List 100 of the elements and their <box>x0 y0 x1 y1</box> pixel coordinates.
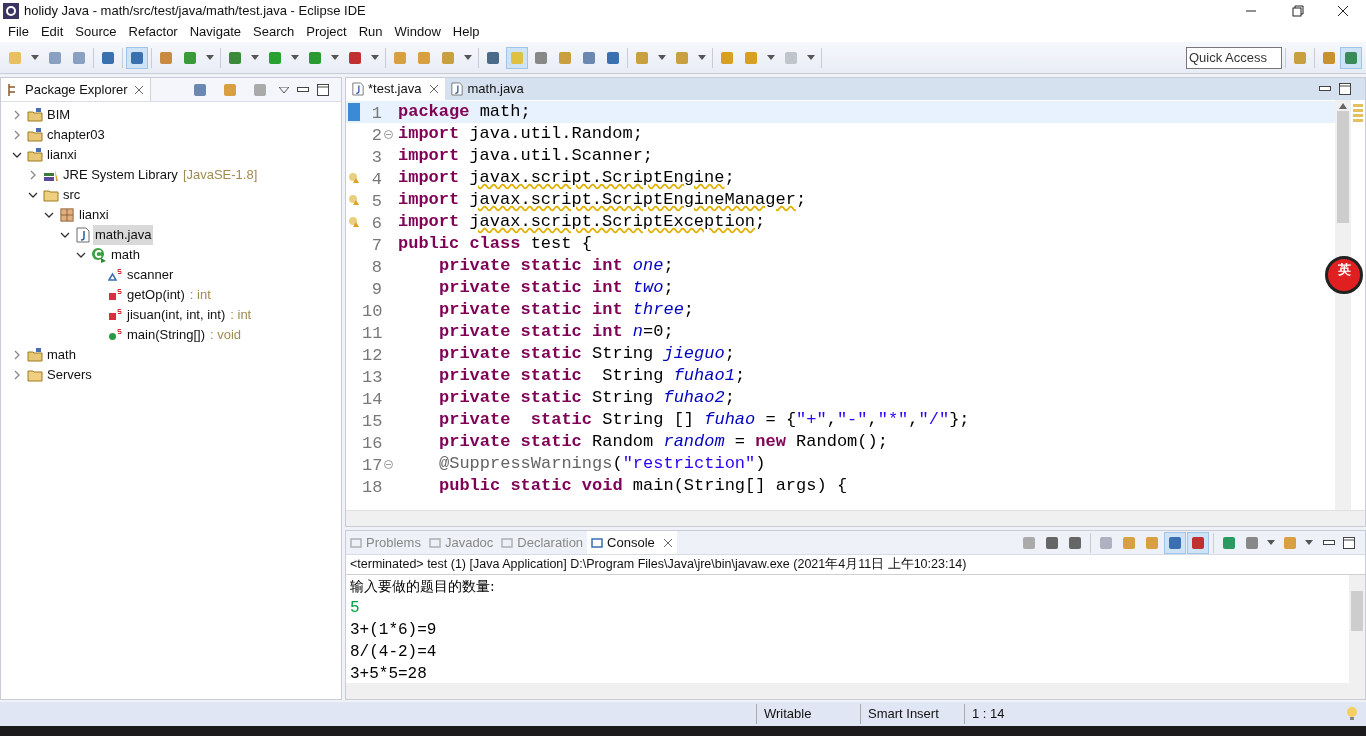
collapse-chevron-icon[interactable] <box>12 150 22 160</box>
private-static-method-icon <box>108 308 122 322</box>
view-tab-icon <box>428 536 441 549</box>
menu-item[interactable]: Source <box>69 22 123 42</box>
line-number: 1 <box>370 103 382 123</box>
dropdown-caret-icon[interactable] <box>251 55 259 60</box>
lightbulb-icon[interactable] <box>1346 706 1358 722</box>
status-field: Writable <box>756 704 860 724</box>
editor-tab[interactable]: math.java <box>445 78 530 100</box>
collapse-chevron-icon[interactable] <box>44 210 54 220</box>
overview-marker[interactable] <box>1353 104 1363 107</box>
tree-item[interactable]: src <box>61 185 83 205</box>
code-line: import java.util.Scanner; <box>398 145 654 168</box>
quick-access-field[interactable]: Quick Access <box>1186 46 1282 69</box>
menu-item[interactable]: Search <box>247 22 301 42</box>
private-static-method-icon <box>108 288 122 302</box>
maximize-icon[interactable] <box>1343 536 1355 549</box>
dropdown-caret-icon[interactable] <box>291 55 299 60</box>
minimize-icon[interactable] <box>297 86 309 93</box>
expand-chevron-icon[interactable] <box>12 350 22 360</box>
horizontal-scrollbar[interactable] <box>346 510 1365 526</box>
menu-item[interactable]: Run <box>352 22 389 42</box>
menu-item[interactable]: Window <box>388 22 447 42</box>
code-line: import javax.script.ScriptEngineManager; <box>398 189 807 212</box>
vertical-scrollbar[interactable] <box>1335 100 1351 510</box>
line-number: 14 <box>362 389 382 409</box>
java-file-icon <box>352 82 364 96</box>
warning-lightbulb-icon[interactable] <box>348 216 360 228</box>
tree-item[interactable]: Servers <box>45 365 94 385</box>
code-line: private static String fuhao2; <box>439 387 735 410</box>
dropdown-caret-icon[interactable] <box>371 55 379 60</box>
minimize-icon[interactable] <box>1323 539 1335 546</box>
menu-item[interactable]: Navigate <box>183 22 247 42</box>
overview-marker[interactable] <box>1353 119 1363 122</box>
app-logo-icon <box>3 3 19 19</box>
line-number: 16 <box>362 433 382 453</box>
scrollbar-thumb[interactable] <box>1337 111 1349 223</box>
view-tab[interactable]: Console <box>587 531 677 554</box>
collapse-chevron-icon[interactable] <box>60 230 70 240</box>
fold-icon[interactable] <box>383 129 393 139</box>
dropdown-caret-icon[interactable] <box>767 55 775 60</box>
tree-item[interactable]: math <box>45 345 78 365</box>
overview-marker[interactable] <box>1353 109 1363 112</box>
dropdown-caret-icon[interactable] <box>698 55 706 60</box>
tree-item[interactable]: scanner <box>125 265 176 285</box>
menu-item[interactable]: File <box>2 22 35 42</box>
collapse-chevron-icon[interactable] <box>28 190 38 200</box>
tree-item[interactable]: math.java <box>93 225 154 245</box>
expand-chevron-icon[interactable] <box>28 170 38 180</box>
scroll-up-arrow-icon[interactable] <box>1339 103 1347 109</box>
line-number: 3 <box>370 147 382 167</box>
overview-marker[interactable] <box>1353 114 1363 117</box>
dropdown-caret-icon[interactable] <box>807 55 815 60</box>
code-line: private static String fuhao1; <box>439 365 746 388</box>
scrollbar-thumb[interactable] <box>1351 591 1363 631</box>
type-annotation: : int <box>189 286 211 305</box>
horizontal-scrollbar[interactable] <box>346 683 1365 699</box>
type-annotation: : int <box>230 306 252 325</box>
line-number: 2 <box>370 125 382 145</box>
tree-item[interactable]: lianxi <box>45 145 79 165</box>
fold-icon[interactable] <box>383 459 393 469</box>
ime-indicator[interactable]: 英 <box>1325 256 1363 294</box>
code-line: private static int three; <box>439 299 695 322</box>
tree-item[interactable]: lianxi <box>77 205 111 225</box>
dropdown-caret-icon[interactable] <box>31 55 39 60</box>
code-line: @SuppressWarnings("restriction") <box>439 453 766 476</box>
tree-item[interactable]: jisuan(int, int, int) <box>125 305 228 325</box>
dropdown-caret-icon[interactable] <box>206 55 214 60</box>
tree-item[interactable]: chapter03 <box>45 125 107 145</box>
dropdown-caret-icon[interactable] <box>331 55 339 60</box>
view-menu-icon[interactable] <box>279 86 289 93</box>
editor-tab[interactable]: *test.java <box>346 78 446 100</box>
minimize-icon[interactable] <box>1319 86 1331 92</box>
static-field-icon <box>108 268 122 282</box>
expand-chevron-icon[interactable] <box>12 370 22 380</box>
warning-lightbulb-icon[interactable] <box>348 172 360 184</box>
dropdown-caret-icon[interactable] <box>658 55 666 60</box>
java-file-icon <box>451 82 464 96</box>
maximize-icon[interactable] <box>1339 83 1351 95</box>
collapse-chevron-icon[interactable] <box>76 250 86 260</box>
line-number: 7 <box>370 235 382 255</box>
tree-item[interactable]: math <box>109 245 142 265</box>
menu-item[interactable]: Help <box>446 22 486 42</box>
menu-item[interactable]: Project <box>300 22 353 42</box>
dropdown-caret-icon[interactable] <box>1267 540 1275 545</box>
dropdown-caret-icon[interactable] <box>1305 540 1313 545</box>
vertical-scrollbar[interactable] <box>1349 575 1365 683</box>
maximize-icon[interactable] <box>317 83 329 96</box>
menu-item[interactable]: Refactor <box>122 22 184 42</box>
warning-lightbulb-icon[interactable] <box>348 194 360 206</box>
tree-item[interactable]: getOp(int) <box>125 285 187 305</box>
expand-chevron-icon[interactable] <box>12 110 22 120</box>
tree-item[interactable]: JRE System Library <box>61 165 180 185</box>
project-folder-icon <box>27 347 43 363</box>
dropdown-caret-icon[interactable] <box>464 55 472 60</box>
menu-item[interactable]: Edit <box>34 22 70 42</box>
tree-item[interactable]: main(String[]) <box>125 325 208 345</box>
expand-chevron-icon[interactable] <box>12 130 22 140</box>
tree-item[interactable]: BIM <box>45 105 73 125</box>
console-line: 3+5*5=28 <box>350 664 428 685</box>
